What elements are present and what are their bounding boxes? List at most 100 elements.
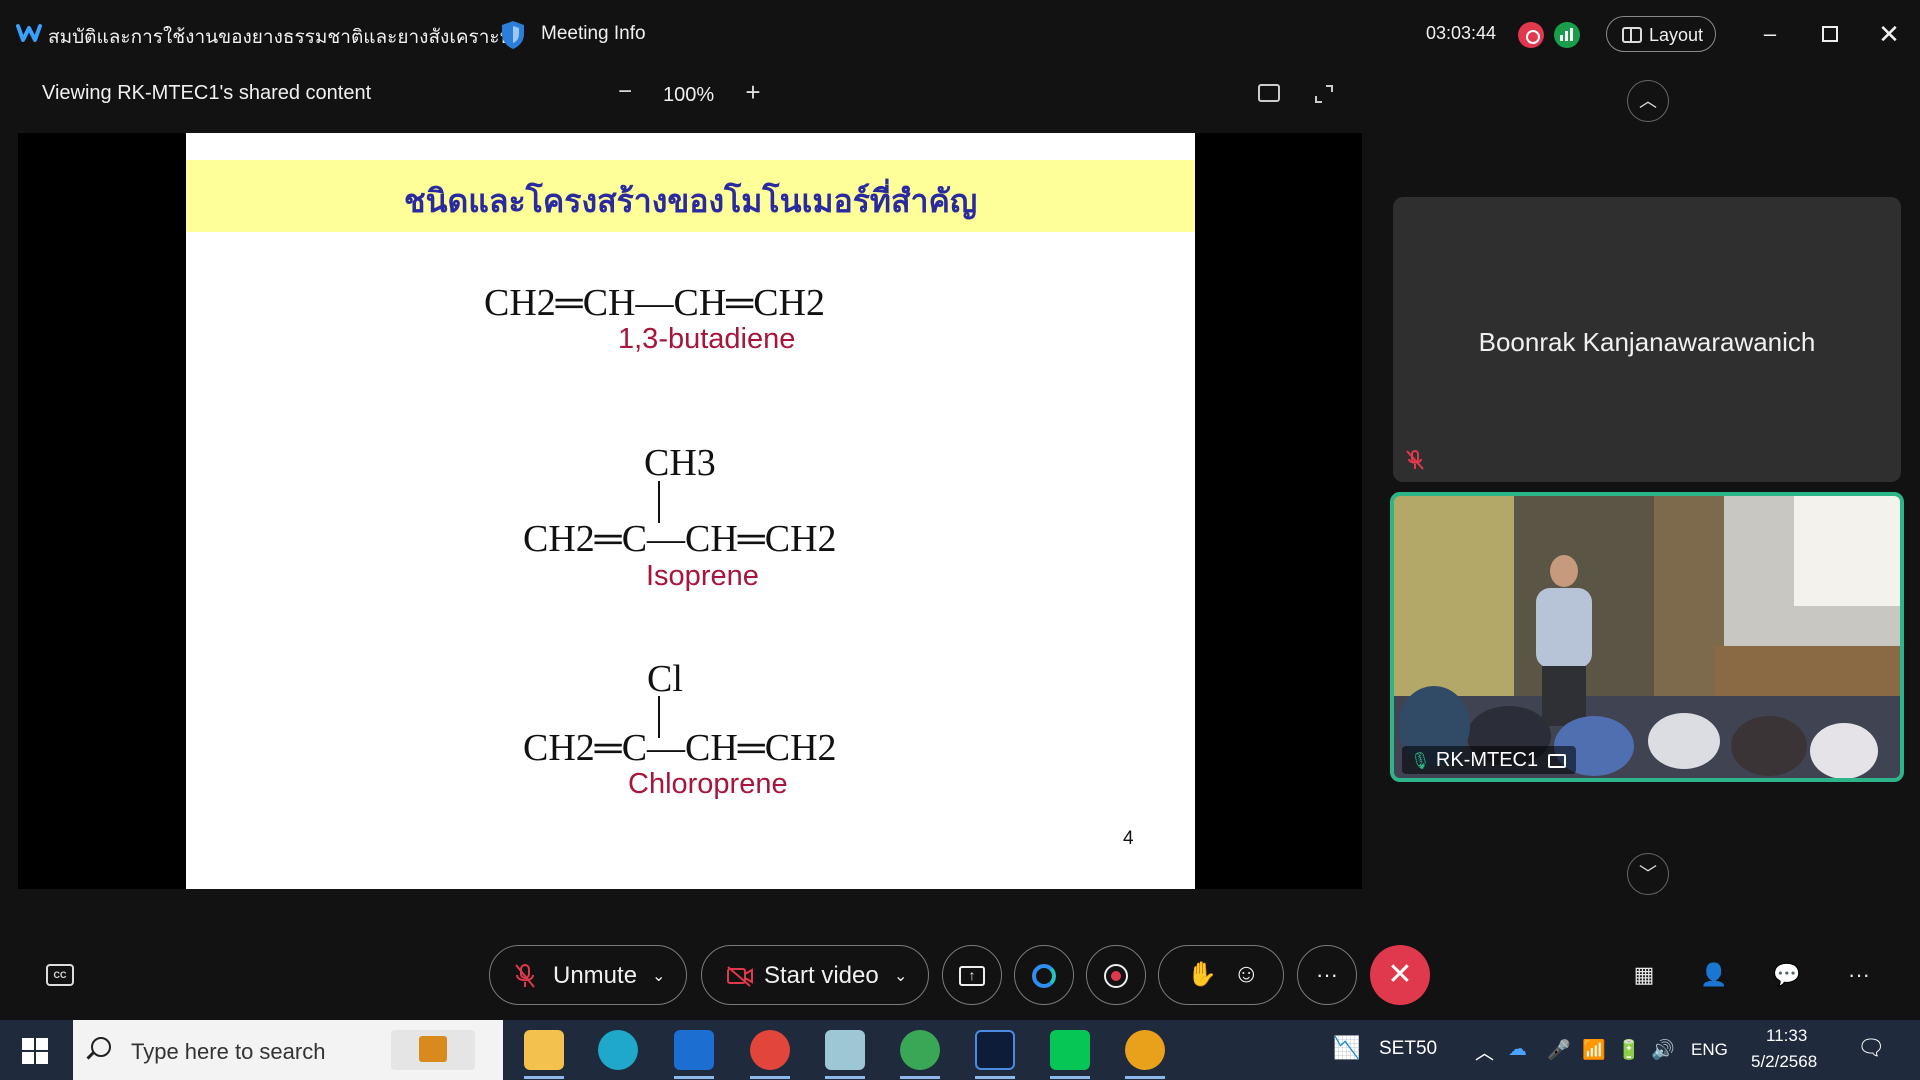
isoprene-substituent: CH3 bbox=[644, 442, 716, 484]
shield-icon[interactable] bbox=[500, 20, 526, 50]
microphone-tray-icon[interactable]: 🎤 bbox=[1547, 1038, 1571, 1062]
recording-indicator-icon[interactable] bbox=[1518, 22, 1544, 48]
notepad-icon[interactable] bbox=[825, 1030, 865, 1070]
leave-meeting-button[interactable]: ✕ bbox=[1370, 945, 1430, 1005]
chloroprene-name: Chloroprene bbox=[628, 768, 788, 800]
unmute-button[interactable]: Unmute ⌄ bbox=[489, 945, 687, 1005]
record-button[interactable] bbox=[1086, 945, 1146, 1005]
volume-icon[interactable]: 🔊 bbox=[1651, 1038, 1675, 1062]
set50-ticker[interactable]: SET50 bbox=[1379, 1038, 1437, 1060]
notepad-active-indicator bbox=[825, 1076, 865, 1079]
isoprene-name: Isoprene bbox=[646, 560, 759, 592]
isoprene-formula: CH2═C—CH═CH2 bbox=[523, 518, 837, 560]
fullscreen-icon[interactable] bbox=[1314, 84, 1334, 104]
active-speaker-video-tile[interactable]: 🎙 RK-MTEC1 bbox=[1390, 492, 1904, 782]
battery-icon[interactable]: 🔋 bbox=[1617, 1038, 1641, 1062]
slide-title: ชนิดและโครงสร้างของโมโนเมอร์ที่สำคัญ bbox=[403, 182, 978, 220]
scroll-down-button[interactable]: ﹀ bbox=[1627, 853, 1669, 895]
tray-overflow-chevron-icon[interactable]: ︿ bbox=[1475, 1038, 1494, 1065]
speaker-video-feed bbox=[1394, 496, 1900, 778]
file-explorer-icon[interactable] bbox=[524, 1030, 564, 1070]
share-content-button[interactable]: ↑ bbox=[942, 945, 1002, 1005]
mic-on-icon: 🎙 bbox=[1410, 753, 1431, 770]
windows-start-icon[interactable] bbox=[22, 1038, 48, 1064]
layout-button[interactable]: Layout bbox=[1606, 16, 1716, 52]
reactions-icon[interactable]: ☺ bbox=[1233, 958, 1260, 989]
maximize-button[interactable] bbox=[1812, 16, 1848, 52]
mic-muted-icon bbox=[1406, 450, 1424, 470]
apps-icon[interactable]: ▦ bbox=[1627, 958, 1661, 992]
clock-date[interactable]: 5/2/2568 bbox=[1751, 1052, 1817, 1072]
minimize-button[interactable]: – bbox=[1752, 16, 1788, 52]
presentation-slide: ชนิดและโครงสร้างของโมโนเมอร์ที่สำคัญ CH2… bbox=[186, 133, 1195, 889]
windows-taskbar: Type here to search 📉 SET50 ︿ ☁ 🎤 📶 🔋 🔊 … bbox=[0, 1020, 1920, 1080]
taskbar-app-active-indicator bbox=[1125, 1076, 1165, 1079]
stock-chart-icon[interactable]: 📉 bbox=[1333, 1035, 1360, 1061]
taskbar-app-icon[interactable] bbox=[1125, 1030, 1165, 1070]
line-active-indicator bbox=[1050, 1076, 1090, 1079]
chloroprene-substituent: Cl bbox=[647, 658, 683, 700]
onedrive-icon[interactable]: ☁ bbox=[1508, 1038, 1527, 1061]
closed-captions-icon[interactable]: CC bbox=[46, 964, 74, 986]
outlook-icon[interactable] bbox=[674, 1030, 714, 1070]
edge-browser-icon[interactable] bbox=[598, 1030, 638, 1070]
mic-muted-icon bbox=[515, 964, 535, 988]
notifications-icon[interactable]: 🗨 bbox=[1857, 1035, 1885, 1061]
participant-tile[interactable]: Boonrak Kanjanawarawanich bbox=[1393, 197, 1901, 482]
zoom-level[interactable]: 100% bbox=[663, 84, 714, 107]
unmute-options-chevron-icon[interactable]: ⌄ bbox=[652, 966, 665, 986]
webex-logo-icon bbox=[16, 24, 42, 42]
network-stats-icon[interactable] bbox=[1554, 22, 1580, 48]
chat-icon[interactable]: 💬 bbox=[1770, 958, 1804, 992]
search-icon bbox=[91, 1037, 111, 1057]
raise-hand-icon[interactable]: ✋ bbox=[1187, 960, 1217, 989]
webex-taskbar-icon[interactable] bbox=[975, 1030, 1015, 1070]
taskbar-search-box[interactable]: Type here to search bbox=[73, 1020, 503, 1080]
more-options-button[interactable]: ··· bbox=[1297, 945, 1357, 1005]
meeting-info-link[interactable]: Meeting Info bbox=[541, 23, 646, 45]
zoom-out-button[interactable]: − bbox=[612, 78, 638, 106]
zoom-in-button[interactable]: + bbox=[740, 77, 766, 108]
record-icon bbox=[1104, 964, 1128, 989]
start-video-label: Start video bbox=[764, 962, 879, 989]
start-video-button[interactable]: Start video ⌄ bbox=[701, 945, 929, 1005]
participant-name: Boonrak Kanjanawarawanich bbox=[1478, 327, 1816, 357]
input-language[interactable]: ENG bbox=[1691, 1040, 1728, 1060]
shared-content-label: Viewing RK-MTEC1's shared content bbox=[42, 82, 372, 104]
butadiene-name: 1,3-butadiene bbox=[618, 323, 796, 355]
wifi-icon[interactable]: 📶 bbox=[1582, 1038, 1606, 1062]
layout-icon bbox=[1622, 27, 1642, 43]
clock-time[interactable]: 11:33 bbox=[1766, 1026, 1807, 1046]
meeting-timer: 03:03:44 bbox=[1426, 23, 1497, 43]
sharing-icon bbox=[1547, 753, 1566, 768]
search-highlight-icon[interactable] bbox=[391, 1030, 475, 1070]
participants-icon[interactable]: 👤 bbox=[1697, 958, 1731, 992]
webex-active-indicator bbox=[975, 1076, 1015, 1079]
chrome-active-indicator bbox=[900, 1076, 940, 1079]
butadiene-formula: CH2═CH—CH═CH2 bbox=[484, 282, 825, 324]
ai-assistant-icon bbox=[1032, 964, 1056, 989]
slide-page-number: 4 bbox=[1123, 828, 1134, 849]
video-options-chevron-icon[interactable]: ⌄ bbox=[894, 966, 907, 986]
title-bar: สมบัติและการใช้งานของยางธรรมชาติและยางสั… bbox=[0, 0, 1920, 70]
chrome-icon[interactable] bbox=[900, 1030, 940, 1070]
outlook-active-indicator bbox=[674, 1076, 714, 1079]
chrome-profile-b-icon[interactable] bbox=[750, 1030, 790, 1070]
close-window-button[interactable]: ✕ bbox=[1871, 16, 1907, 52]
ai-assistant-button[interactable] bbox=[1014, 945, 1074, 1005]
reactions-group: ✋ ☺ bbox=[1158, 945, 1284, 1005]
share-control-icon[interactable] bbox=[1258, 84, 1280, 102]
scroll-up-button[interactable]: ︿ bbox=[1627, 80, 1669, 122]
chrome-b-active-indicator bbox=[750, 1076, 790, 1079]
share-icon: ↑ bbox=[959, 966, 985, 987]
unmute-label: Unmute bbox=[553, 962, 638, 989]
file-explorer-active-indicator bbox=[524, 1076, 564, 1079]
video-participant-name: RK-MTEC1 bbox=[1435, 749, 1539, 771]
more-panel-icon[interactable]: ··· bbox=[1842, 958, 1876, 992]
layout-label: Layout bbox=[1649, 25, 1704, 45]
meeting-title: สมบัติและการใช้งานของยางธรรมชาติและยางสั… bbox=[48, 27, 513, 48]
video-off-icon bbox=[727, 966, 753, 987]
search-placeholder: Type here to search bbox=[131, 1039, 326, 1064]
chloroprene-formula: CH2═C—CH═CH2 bbox=[523, 727, 837, 769]
line-app-icon[interactable] bbox=[1050, 1030, 1090, 1070]
